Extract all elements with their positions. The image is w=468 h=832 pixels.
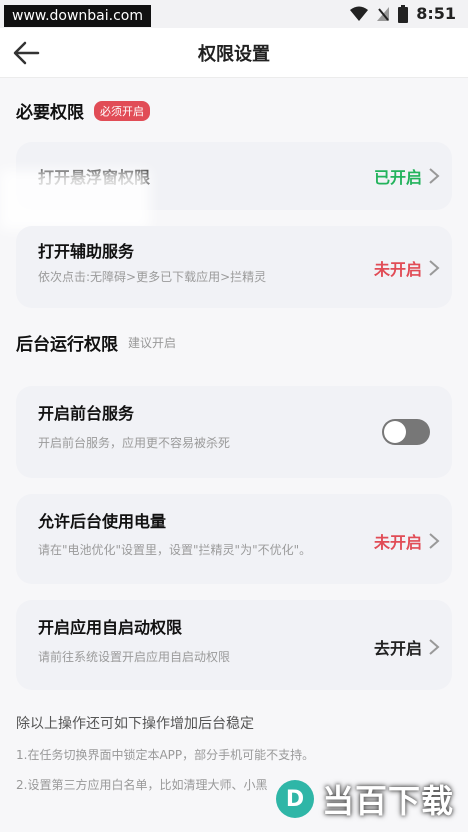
status-time: 8:51 [416, 4, 456, 23]
chevron-right-icon [429, 260, 440, 276]
stability-note: 除以上操作还可如下操作增加后台稳定 [16, 716, 254, 732]
battery-title: 允许后台使用电量 [38, 512, 167, 531]
battery-icon [398, 4, 409, 23]
background-section-hint: 建议开启 [128, 336, 177, 350]
logo-mark: D [275, 780, 314, 818]
card-background-battery[interactable]: 允许后台使用电量 请在"电池优化"设置里，设置"拦精灵"为"不优化"。 未开启 [16, 494, 452, 584]
background-section-header: 后台运行权限 建议开启 [16, 330, 176, 355]
status-icons: 8:51 [350, 4, 456, 23]
page-title: 权限设置 [198, 44, 270, 65]
battery-status: 未开启 [373, 533, 422, 552]
app-bar: 权限设置 [0, 28, 468, 78]
required-section-header: 必要权限 必须开启 [16, 98, 150, 123]
chevron-right-icon [429, 168, 440, 184]
stability-tip-2: 2.设置第三方应用白名单，比如清理大师、小黑 [16, 778, 268, 792]
accessibility-desc: 依次点击:无障碍>更多已下载应用>拦精灵 [38, 270, 267, 284]
accessibility-status: 未开启 [373, 260, 422, 279]
logo-text: 当百下载 [321, 782, 454, 820]
autostart-desc: 请前往系统设置开启应用自启动权限 [38, 650, 231, 664]
foreground-service-desc: 开启前台服务，应用更不容易被杀死 [38, 436, 231, 450]
accessibility-title: 打开辅助服务 [38, 242, 135, 261]
chevron-right-icon [429, 639, 440, 655]
background-section-title: 后台运行权限 [16, 335, 118, 355]
autostart-title: 开启应用自启动权限 [38, 618, 183, 637]
no-signal-icon [377, 6, 390, 21]
required-badge: 必须开启 [94, 100, 150, 121]
card-foreground-service: 开启前台服务 开启前台服务，应用更不容易被杀死 [16, 386, 452, 478]
foreground-service-toggle[interactable] [382, 419, 430, 445]
battery-desc: 请在"电池优化"设置里，设置"拦精灵"为"不优化"。 [38, 543, 312, 557]
required-section-title: 必要权限 [16, 103, 84, 123]
chevron-right-icon [429, 533, 440, 549]
stability-tip-1: 1.在任务切换界面中锁定本APP，部分手机可能不支持。 [16, 748, 315, 762]
card-accessibility-service[interactable]: 打开辅助服务 依次点击:无障碍>更多已下载应用>拦精灵 未开启 [16, 226, 452, 308]
toggle-knob [384, 421, 406, 443]
autostart-action: 去开启 [373, 639, 422, 658]
overlay-permission-status: 已开启 [373, 168, 422, 187]
foreground-service-title: 开启前台服务 [38, 404, 135, 423]
privacy-blur [0, 170, 150, 230]
downbai-logo-watermark: D 当百下载 [275, 776, 454, 822]
status-bar: www.downbai.com 8:51 [0, 0, 468, 28]
site-watermark: www.downbai.com [4, 5, 151, 27]
wifi-icon [350, 6, 369, 21]
card-autostart[interactable]: 开启应用自启动权限 请前往系统设置开启应用自启动权限 去开启 [16, 600, 452, 690]
